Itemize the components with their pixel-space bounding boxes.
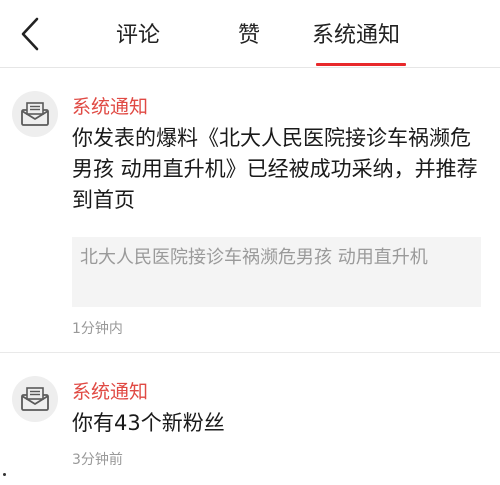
edge-artifact-dot (3, 473, 6, 476)
top-navigation-bar: 评论 赞 系统通知 (0, 0, 500, 68)
notification-item[interactable]: 系统通知 你有43个新粉丝 3分钟前 (0, 354, 500, 485)
notification-item[interactable]: 系统通知 你发表的爆料《北大人民医院接诊车祸濒危男孩 动用直升机》已经被成功采纳… (0, 69, 500, 353)
notification-sender: 系统通知 (72, 381, 149, 403)
quoted-article[interactable]: 北大人民医院接诊车祸濒危男孩 动用直升机 (72, 237, 481, 307)
chevron-left-icon (21, 17, 39, 51)
notification-timestamp: 3分钟前 (72, 452, 123, 468)
mail-envelope-icon (21, 102, 49, 126)
notifications-screen: 评论 赞 系统通知 系统通知 你发表的爆料《北大人民医院接诊车祸濒危男孩 动用直… (0, 0, 500, 485)
notification-message: 你有43个新粉丝 (72, 411, 225, 435)
tab-system-notifications[interactable]: 系统通知 (312, 18, 400, 54)
notification-timestamp: 1分钟内 (72, 321, 123, 337)
notification-message: 你发表的爆料《北大人民医院接诊车祸濒危男孩 动用直升机》已经被成功采纳，并推荐到… (72, 126, 478, 212)
active-tab-indicator (316, 63, 406, 66)
avatar (12, 91, 58, 137)
notification-sender: 系统通知 (72, 96, 149, 118)
tab-likes[interactable]: 赞 (238, 18, 260, 54)
avatar (12, 376, 58, 422)
back-button[interactable] (10, 12, 50, 56)
tab-comments[interactable]: 评论 (116, 18, 160, 54)
mail-envelope-icon (21, 387, 49, 411)
